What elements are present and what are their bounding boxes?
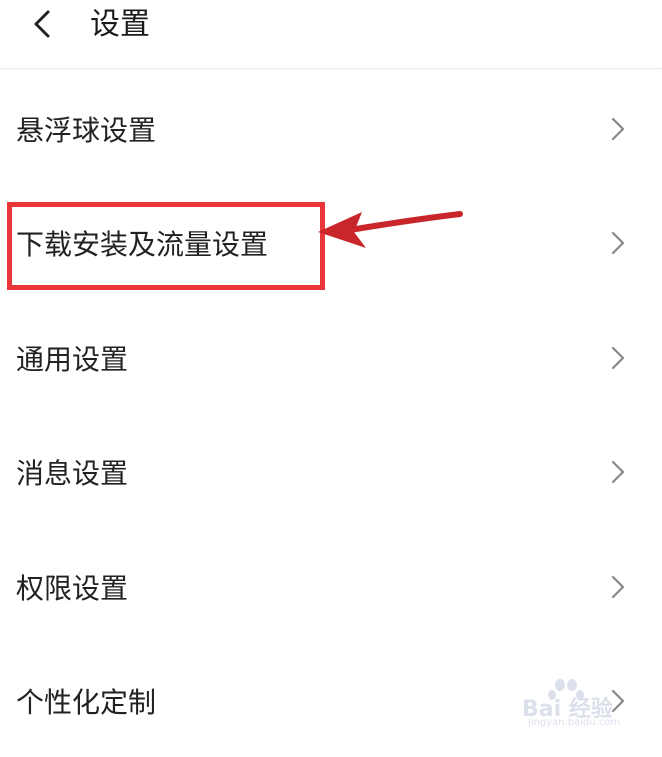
chevron-right-icon: [611, 346, 625, 370]
settings-page: 设置 悬浮球设置 下载安装及流量设置 通用设置 消息设置 权限设置 个性化定制: [0, 0, 662, 757]
chevron-left-icon: [34, 10, 50, 38]
settings-item-personalization[interactable]: 个性化定制: [0, 656, 662, 746]
settings-item-download-traffic[interactable]: 下载安装及流量设置: [0, 198, 662, 288]
settings-item-label: 下载安装及流量设置: [16, 228, 269, 261]
settings-item-label: 权限设置: [16, 572, 129, 605]
settings-item-label: 通用设置: [16, 343, 129, 376]
settings-item-label: 消息设置: [16, 457, 129, 490]
header-bar: 设置: [0, 0, 662, 69]
chevron-right-icon: [611, 575, 625, 599]
settings-item-floating-ball[interactable]: 悬浮球设置: [0, 84, 662, 174]
back-button[interactable]: [24, 6, 60, 42]
chevron-right-icon: [611, 689, 625, 713]
settings-item-messages[interactable]: 消息设置: [0, 427, 662, 517]
settings-item-label: 悬浮球设置: [16, 114, 157, 147]
chevron-right-icon: [611, 117, 625, 141]
chevron-right-icon: [611, 231, 625, 255]
chevron-right-icon: [611, 460, 625, 484]
settings-item-permissions[interactable]: 权限设置: [0, 542, 662, 632]
settings-item-label: 个性化定制: [16, 686, 157, 719]
settings-item-general[interactable]: 通用设置: [0, 313, 662, 403]
page-title: 设置: [90, 7, 150, 42]
